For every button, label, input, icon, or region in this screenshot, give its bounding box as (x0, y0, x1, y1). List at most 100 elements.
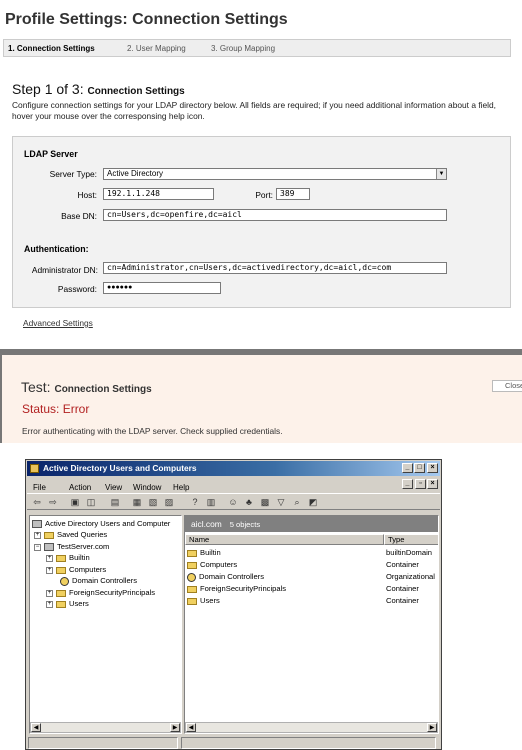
scroll-right-icon[interactable]: ▶ (170, 723, 180, 732)
list-row[interactable]: Users Container (187, 595, 437, 606)
step-tab-user-mapping[interactable]: 2. User Mapping (127, 44, 186, 53)
up-folder-icon[interactable]: ▣ (69, 496, 81, 508)
list-row[interactable]: Domain Controllers Organizational (187, 571, 437, 582)
properties-icon[interactable]: ▦ (131, 496, 143, 508)
port-label: Port: (255, 190, 273, 200)
refresh-icon[interactable]: ▧ (147, 496, 159, 508)
admin-dn-input[interactable]: cn=Administrator,cn=Users,dc=activedirec… (103, 262, 447, 274)
tree-item-foreign-security-principals[interactable]: + ForeignSecurityPrincipals (46, 587, 155, 598)
tree-horizontal-scrollbar[interactable]: ◀ ▶ (30, 722, 181, 733)
folder-icon (187, 597, 197, 605)
tree-item-users[interactable]: + Users (46, 598, 89, 609)
status-pane-right (181, 737, 436, 749)
page-title: Profile Settings: Connection Settings (5, 11, 288, 28)
step-heading: Step 1 of 3: Connection Settings (12, 81, 185, 97)
close-icon[interactable]: × (427, 463, 438, 473)
add-to-group-icon[interactable]: ◩ (307, 496, 319, 508)
step-number: Step 1 of 3: (12, 81, 84, 97)
tree-item-domain-controllers[interactable]: Domain Controllers (60, 575, 137, 586)
status-bar (28, 737, 440, 749)
tree-item-computers[interactable]: + Computers (46, 564, 106, 575)
server-type-value: Active Directory (107, 169, 164, 178)
back-icon[interactable]: ⇦ (31, 496, 43, 508)
object-count: 5 objects (229, 520, 261, 529)
folder-icon (56, 600, 66, 608)
expand-plus-icon[interactable]: + (46, 566, 53, 574)
steps-bar: 1. Connection Settings 2. User Mapping 3… (3, 39, 511, 57)
tree-root[interactable]: Active Directory Users and Computer (32, 518, 170, 529)
ou-icon (187, 572, 196, 582)
test-dialog-title: Test: Connection Settings (21, 379, 152, 395)
host-input[interactable]: 192.1.1.248 (103, 188, 214, 200)
password-label: Password: (57, 284, 97, 294)
export-icon[interactable]: ▨ (163, 496, 175, 508)
advanced-settings-link[interactable]: Advanced Settings (23, 318, 93, 328)
error-message: Error authenticating with the LDAP serve… (22, 426, 283, 436)
list-row[interactable]: ForeignSecurityPrincipals Container (187, 583, 437, 594)
maximize-icon[interactable]: □ (414, 463, 425, 473)
ldap-server-heading: LDAP Server (24, 149, 78, 159)
child-minimize-icon[interactable]: _ (402, 479, 413, 489)
help-icon[interactable]: ? (189, 496, 201, 508)
new-ou-icon[interactable]: ▩ (259, 496, 271, 508)
settings-panel: LDAP Server Server Type: Active Director… (12, 136, 511, 308)
chevron-down-icon[interactable]: ▼ (436, 169, 446, 179)
find-icon[interactable]: ⌕ (291, 496, 303, 508)
collapse-minus-icon[interactable]: − (34, 543, 41, 551)
base-dn-label: Base DN: (61, 211, 97, 221)
expand-plus-icon[interactable]: + (46, 600, 53, 608)
tree-item-domain[interactable]: − TestServer.com (34, 541, 109, 552)
child-restore-icon[interactable]: ▫ (415, 479, 426, 489)
column-header-type[interactable]: Type (384, 534, 438, 545)
new-group-icon[interactable]: ♣ (243, 496, 255, 508)
server-type-label: Server Type: (49, 169, 97, 179)
ou-icon (60, 576, 69, 586)
status-error-text: Status: Error (22, 402, 90, 416)
list-horizontal-scrollbar[interactable]: ◀ ▶ (185, 722, 438, 733)
child-close-icon[interactable]: × (427, 479, 438, 489)
scroll-left-icon[interactable]: ◀ (186, 723, 196, 732)
folder-icon (44, 531, 54, 539)
delete-icon[interactable]: ▤ (109, 496, 121, 508)
list-header: aicl.com 5 objects (185, 516, 438, 532)
tree-item-builtin[interactable]: + Builtin (46, 552, 90, 563)
list-pane: aicl.com 5 objects Name Type Builtin built… (184, 515, 439, 734)
step-tab-group-mapping[interactable]: 3. Group Mapping (211, 44, 275, 53)
step-tab-connection[interactable]: 1. Connection Settings (8, 44, 95, 53)
list-row[interactable]: Builtin builtinDomain (187, 547, 437, 558)
aduc-window: Active Directory Users and Computers _ □… (25, 459, 442, 750)
window-title: Active Directory Users and Computers (43, 463, 197, 473)
list-header-title: aicl.com (191, 519, 222, 529)
expand-plus-icon[interactable]: + (34, 531, 41, 539)
column-header-name[interactable]: Name (185, 534, 384, 545)
toolbar: ⇦ ⇨ ▣ ◫ ▤ ▦ ▧ ▨ ? ▥ ☺ ♣ ▩ ▽ ⌕ ◩ (27, 493, 440, 510)
aduc-app-icon (30, 464, 39, 473)
menubar: File Action View Window Help _ ▫ × (27, 477, 440, 492)
expand-plus-icon[interactable]: + (46, 589, 53, 597)
view-icon[interactable]: ▥ (205, 496, 217, 508)
password-input[interactable]: ●●●●●● (103, 282, 221, 294)
test-title-sub: Connection Settings (54, 384, 152, 395)
folder-icon (56, 589, 66, 597)
port-input[interactable]: 389 (276, 188, 310, 200)
tree-pane: Active Directory Users and Computer + Sav… (29, 515, 182, 734)
folder-icon (56, 554, 66, 562)
filter-icon[interactable]: ▽ (275, 496, 287, 508)
expand-plus-icon[interactable]: + (46, 554, 53, 562)
minimize-icon[interactable]: _ (402, 463, 413, 473)
scroll-left-icon[interactable]: ◀ (31, 723, 41, 732)
scroll-right-icon[interactable]: ▶ (427, 723, 437, 732)
forward-icon[interactable]: ⇨ (47, 496, 59, 508)
new-user-icon[interactable]: ☺ (227, 496, 239, 508)
admin-dn-label: Administrator DN: (31, 265, 98, 275)
server-type-select[interactable]: Active Directory ▼ (103, 168, 447, 180)
tree-item-saved-queries[interactable]: + Saved Queries (34, 529, 107, 540)
list-row[interactable]: Computers Container (187, 559, 437, 570)
show-tree-icon[interactable]: ◫ (85, 496, 97, 508)
close-button[interactable]: Close (492, 380, 522, 392)
base-dn-input[interactable]: cn=Users,dc=openfire,dc=aicl (103, 209, 447, 221)
test-dialog: Test: Connection Settings Close Status: … (0, 349, 522, 443)
folder-icon (187, 549, 197, 557)
domain-icon (44, 543, 54, 551)
window-titlebar[interactable]: Active Directory Users and Computers (27, 461, 440, 476)
